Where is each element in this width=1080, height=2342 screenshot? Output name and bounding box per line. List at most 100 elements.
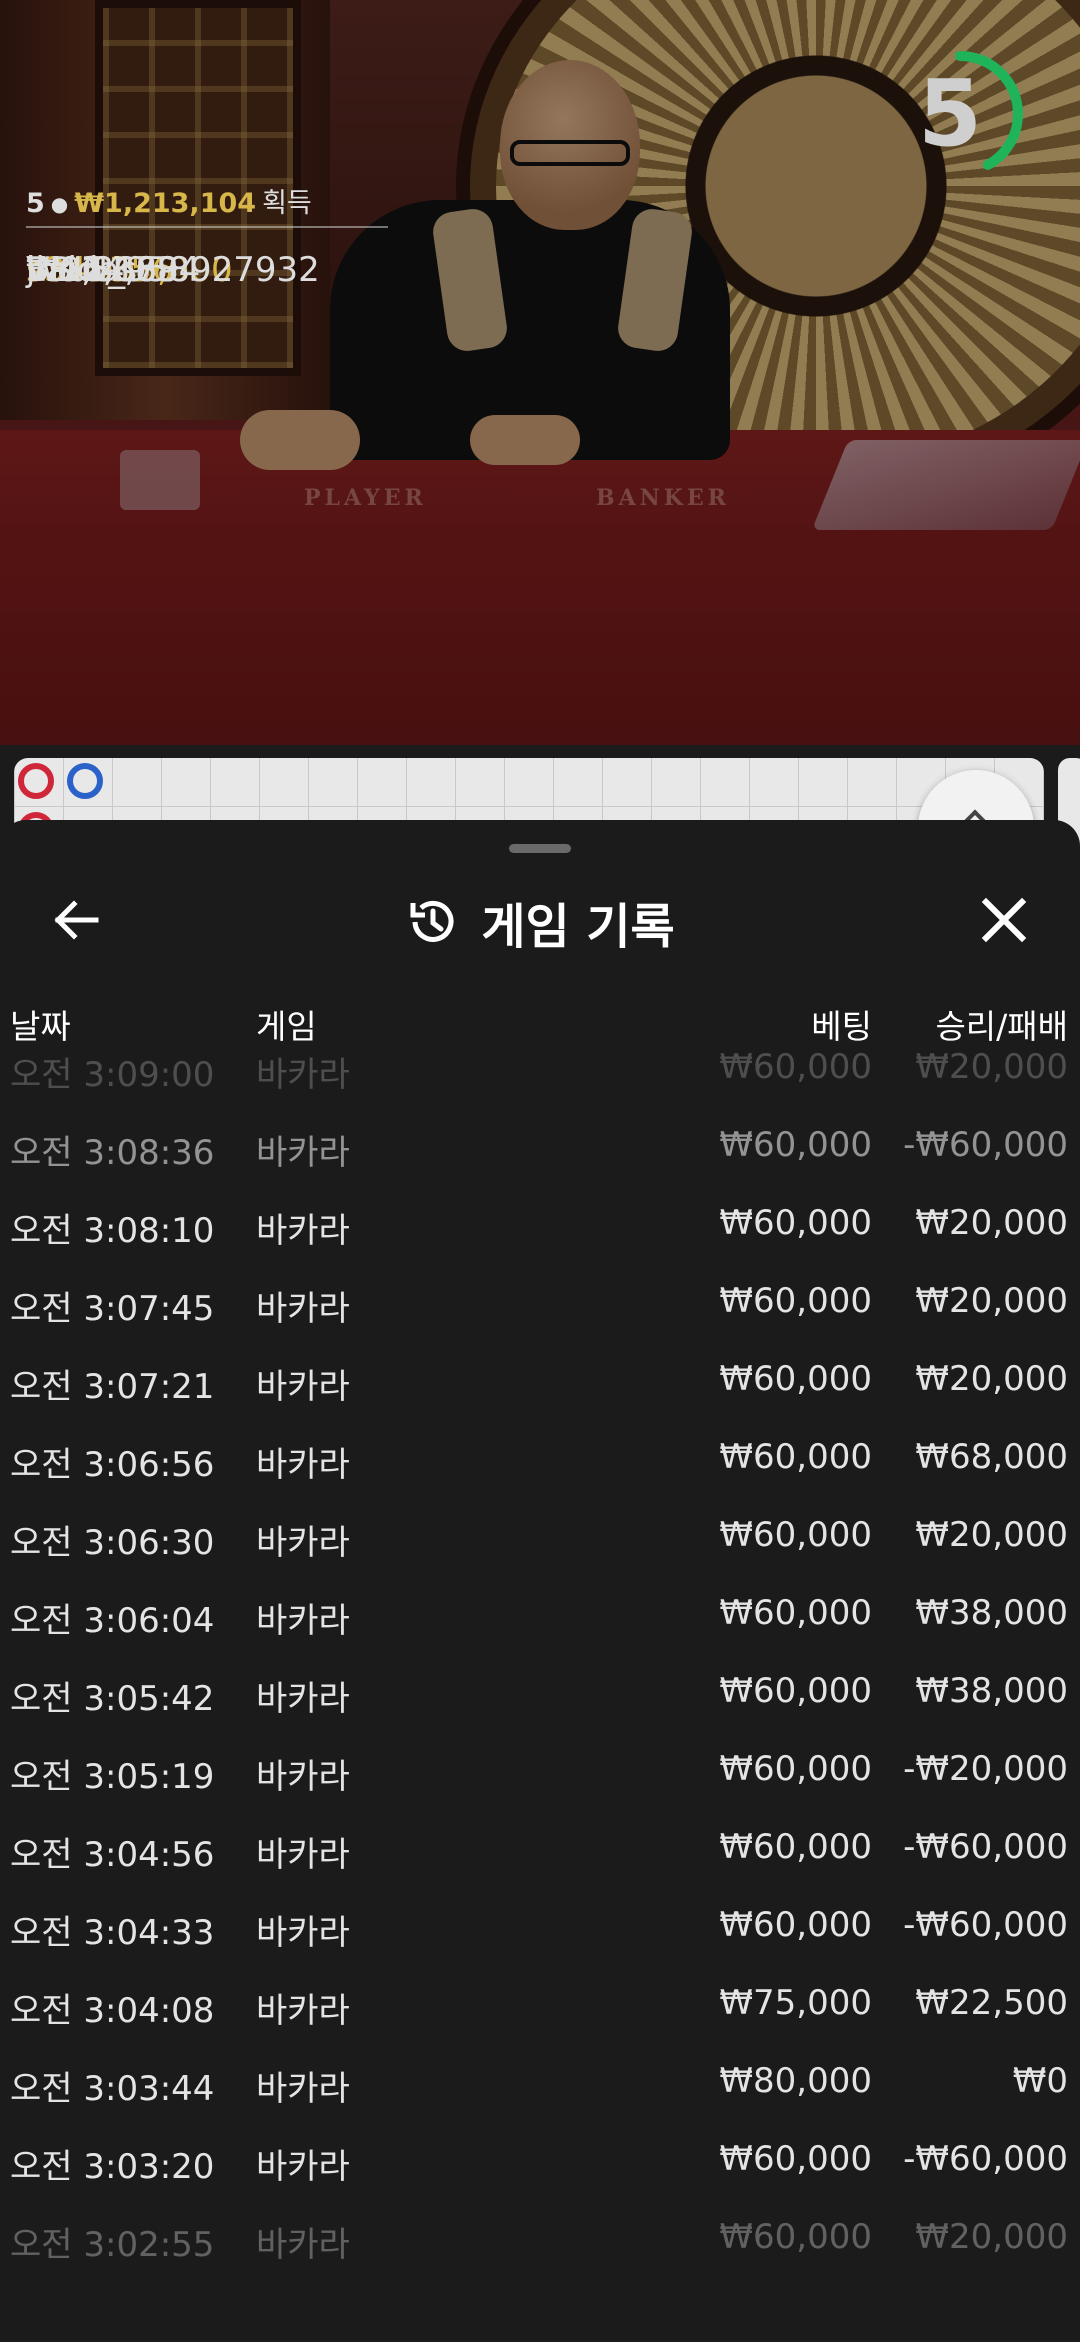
row-game: 바카라 bbox=[256, 1757, 350, 1797]
row-result: ₩20,000 bbox=[915, 2217, 1068, 2257]
table-row[interactable]: 오전 3:05:42 바카라 ₩60,000 ₩38,000 bbox=[0, 1653, 1080, 1731]
table-row[interactable]: 오전 3:02:55 바카라 ₩60,000 ₩20,000 bbox=[0, 2199, 1080, 2277]
row-bet: ₩60,000 bbox=[719, 1671, 872, 1711]
row-result: -₩60,000 bbox=[903, 2139, 1068, 2179]
row-date: 오전 3:08:10 bbox=[10, 1211, 215, 1251]
row-game: 바카라 bbox=[256, 2147, 350, 2187]
row-result: -₩20,000 bbox=[903, 1749, 1068, 1789]
row-bet: ₩60,000 bbox=[719, 1515, 872, 1555]
history-table[interactable]: 오전 3:09:00 바카라 ₩60,000 ₩20,000 오전 3:08:36 바카라… bbox=[0, 1052, 1080, 2342]
row-result: ₩38,000 bbox=[915, 1593, 1068, 1633]
row-bet: ₩60,000 bbox=[719, 1437, 872, 1477]
live-video[interactable]: PLAYER BANKER 5 ● ₩1,213,104 획득 ₩1,000,0… bbox=[0, 0, 1080, 745]
column-header-game[interactable]: 게임 bbox=[256, 1000, 317, 1048]
row-date: 오전 3:03:44 bbox=[10, 2069, 215, 2109]
winners-total: ₩1,213,104 bbox=[74, 188, 257, 219]
winner-row: ₩9,867 hau bbox=[26, 232, 1080, 310]
row-game: 바카라 bbox=[256, 1913, 350, 1953]
row-result: ₩68,000 bbox=[915, 1437, 1068, 1477]
row-game: 바카라 bbox=[256, 1367, 350, 1407]
row-bet: ₩60,000 bbox=[719, 2217, 872, 2257]
row-date: 오전 3:04:56 bbox=[10, 1835, 215, 1875]
column-header-date[interactable]: 날짜 bbox=[10, 1000, 71, 1048]
row-date: 오전 3:09:00 bbox=[10, 1055, 215, 1095]
row-result: ₩20,000 bbox=[915, 1359, 1068, 1399]
row-bet: ₩60,000 bbox=[719, 1827, 872, 1867]
row-date: 오전 3:05:19 bbox=[10, 1757, 215, 1797]
history-icon bbox=[410, 900, 454, 942]
row-game: 바카라 bbox=[256, 1601, 350, 1641]
row-result: ₩20,000 bbox=[915, 1515, 1068, 1555]
row-result: ₩0 bbox=[1012, 2061, 1068, 2101]
sheet-header: 게임 기록 bbox=[0, 882, 1080, 962]
row-date: 오전 3:04:08 bbox=[10, 1991, 215, 2031]
row-bet: ₩60,000 bbox=[719, 1125, 872, 1165]
row-bet: ₩60,000 bbox=[719, 1905, 872, 1945]
row-game: 바카라 bbox=[256, 2069, 350, 2109]
row-result: ₩20,000 bbox=[915, 1052, 1068, 1087]
row-game: 바카라 bbox=[256, 1991, 350, 2031]
row-date: 오전 3:07:21 bbox=[10, 1367, 215, 1407]
winner-count: 5 bbox=[26, 188, 45, 219]
winners-list: 5 ● ₩1,213,104 획득 ₩1,000,000 s345356 ₩174… bbox=[26, 184, 388, 290]
row-result: -₩60,000 bbox=[903, 1905, 1068, 1945]
row-result: -₩60,000 bbox=[903, 1827, 1068, 1867]
row-bet: ₩75,000 bbox=[719, 1983, 872, 2023]
row-bet: ₩80,000 bbox=[719, 2061, 872, 2101]
winners-gain-label: 획득 bbox=[262, 188, 312, 219]
game-history-sheet: 게임 기록 날짜 게임 베팅 승리/패배 오전 3:09:00 바카라 ₩60,00… bbox=[0, 820, 1080, 2340]
row-date: 오전 3:06:04 bbox=[10, 1601, 215, 1641]
close-icon[interactable] bbox=[970, 886, 1038, 954]
sheet-drag-handle[interactable] bbox=[509, 844, 571, 853]
table-row[interactable]: 오전 3:06:04 바카라 ₩60,000 ₩38,000 bbox=[0, 1575, 1080, 1653]
row-date: 오전 3:06:30 bbox=[10, 1523, 215, 1563]
table-row[interactable]: 오전 3:08:10 바카라 ₩60,000 ₩20,000 bbox=[0, 1185, 1080, 1263]
table-row[interactable]: 오전 3:03:20 바카라 ₩60,000 -₩60,000 bbox=[0, 2121, 1080, 2199]
column-header-bet[interactable]: 베팅 bbox=[811, 1000, 872, 1048]
table-row[interactable]: 오전 3:04:08 바카라 ₩75,000 ₩22,500 bbox=[0, 1965, 1080, 2043]
roadmap-dot bbox=[67, 763, 103, 799]
row-date: 오전 3:07:45 bbox=[10, 1289, 215, 1329]
row-bet: ₩60,000 bbox=[719, 1359, 872, 1399]
row-date: 오전 3:08:36 bbox=[10, 1133, 215, 1173]
row-game: 바카라 bbox=[256, 1133, 350, 1173]
row-result: ₩20,000 bbox=[915, 1203, 1068, 1243]
row-game: 바카라 bbox=[256, 1055, 350, 1095]
row-result: ₩38,000 bbox=[915, 1671, 1068, 1711]
table-row[interactable]: 오전 3:03:44 바카라 ₩80,000 ₩0 bbox=[0, 2043, 1080, 2121]
countdown-number: 5 bbox=[917, 60, 982, 167]
row-game: 바카라 bbox=[256, 1835, 350, 1875]
table-row[interactable]: 오전 3:06:56 바카라 ₩60,000 ₩68,000 bbox=[0, 1419, 1080, 1497]
winners-header: 5 ● ₩1,213,104 획득 bbox=[26, 184, 388, 224]
row-game: 바카라 bbox=[256, 1523, 350, 1563]
row-date: 오전 3:04:33 bbox=[10, 1913, 215, 1953]
table-row[interactable]: 오전 3:08:36 바카라 ₩60,000 -₩60,000 bbox=[0, 1107, 1080, 1185]
table-row[interactable]: 오전 3:06:30 바카라 ₩60,000 ₩20,000 bbox=[0, 1497, 1080, 1575]
row-date: 오전 3:06:56 bbox=[10, 1445, 215, 1485]
table-row[interactable]: 오전 3:04:33 바카라 ₩60,000 -₩60,000 bbox=[0, 1887, 1080, 1965]
winner-name: hau bbox=[26, 250, 90, 290]
row-bet: ₩60,000 bbox=[719, 1052, 872, 1087]
row-bet: ₩60,000 bbox=[719, 1281, 872, 1321]
row-bet: ₩60,000 bbox=[719, 1749, 872, 1789]
divider bbox=[26, 226, 388, 228]
row-result: ₩22,500 bbox=[915, 1983, 1068, 2023]
row-bet: ₩60,000 bbox=[719, 1203, 872, 1243]
row-date: 오전 3:02:55 bbox=[10, 2225, 215, 2265]
row-date: 오전 3:03:20 bbox=[10, 2147, 215, 2187]
row-result: -₩60,000 bbox=[903, 1125, 1068, 1165]
sheet-title: 게임 기록 bbox=[481, 899, 675, 955]
column-header-result[interactable]: 승리/패배 bbox=[935, 1000, 1068, 1048]
table-row[interactable]: 오전 3:09:00 바카라 ₩60,000 ₩20,000 bbox=[0, 1052, 1080, 1107]
table-row[interactable]: 오전 3:04:56 바카라 ₩60,000 -₩60,000 bbox=[0, 1809, 1080, 1887]
row-game: 바카라 bbox=[256, 1679, 350, 1719]
row-game: 바카라 bbox=[256, 1289, 350, 1329]
row-date: 오전 3:05:42 bbox=[10, 1679, 215, 1719]
row-bet: ₩60,000 bbox=[719, 1593, 872, 1633]
table-row[interactable]: 오전 3:05:19 바카라 ₩60,000 -₩20,000 bbox=[0, 1731, 1080, 1809]
person-icon: ● bbox=[50, 192, 69, 216]
row-game: 바카라 bbox=[256, 2225, 350, 2265]
table-row[interactable]: 오전 3:07:21 바카라 ₩60,000 ₩20,000 bbox=[0, 1341, 1080, 1419]
row-bet: ₩60,000 bbox=[719, 2139, 872, 2179]
table-row[interactable]: 오전 3:07:45 바카라 ₩60,000 ₩20,000 bbox=[0, 1263, 1080, 1341]
